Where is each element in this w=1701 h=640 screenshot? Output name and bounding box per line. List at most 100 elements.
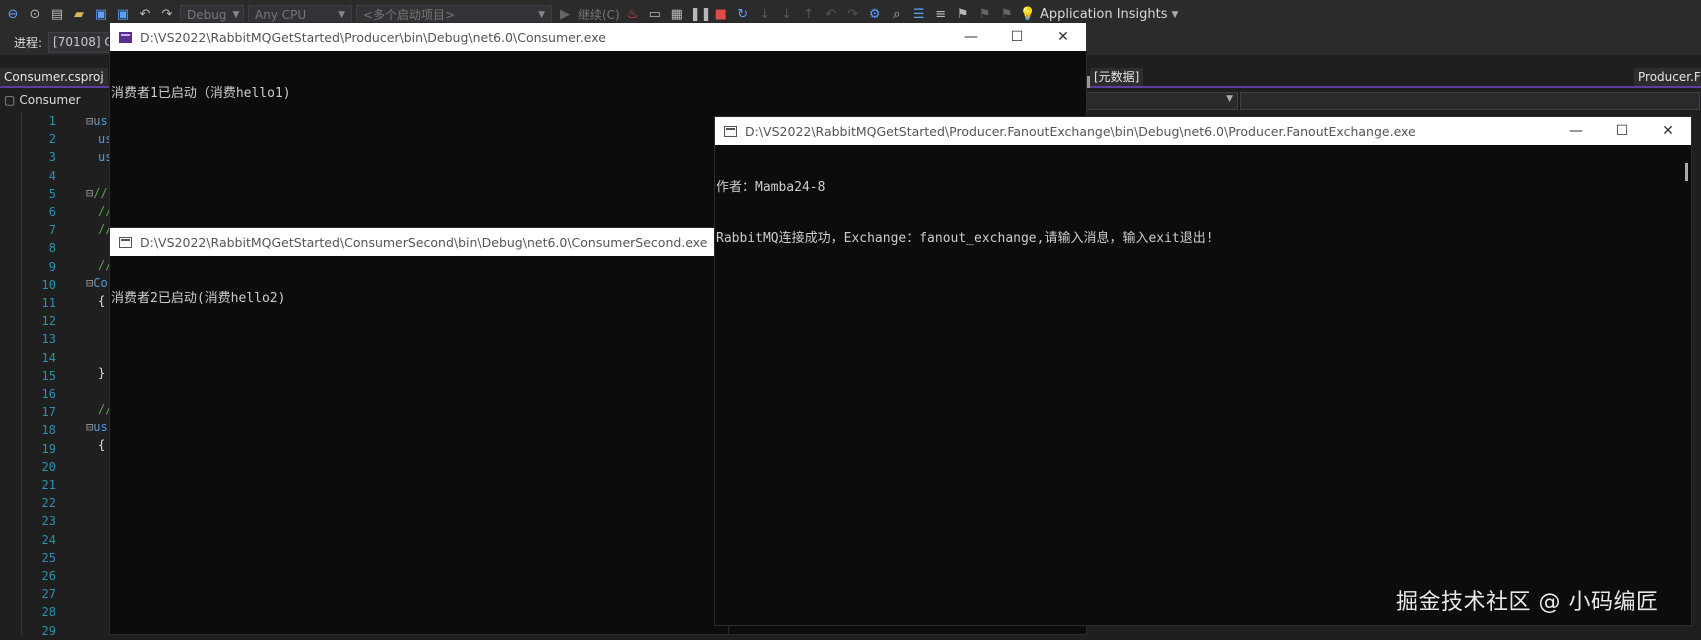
console-app-icon [119, 31, 132, 43]
minimize-button[interactable]: — [948, 23, 994, 51]
minimize-button[interactable]: — [1553, 117, 1599, 145]
line-number: 14 [41, 350, 56, 365]
find-icon[interactable]: ⌕ [888, 7, 906, 22]
console-app-icon [724, 125, 737, 137]
line-number: 24 [41, 532, 56, 547]
step-out-icon[interactable]: ↑ [800, 7, 818, 22]
bookmark-prev-icon[interactable]: ⚑ [976, 7, 994, 22]
undo-nav-icon[interactable]: ↶ [822, 7, 840, 22]
watermark: 掘金技术社区 @ 小码编匠 [1396, 590, 1659, 615]
bookmark-icon[interactable]: ⚑ [954, 7, 972, 22]
close-button[interactable]: ✕ [1645, 117, 1691, 145]
producer-window-title: D:\VS2022\RabbitMQGetStarted\Producer.Fa… [745, 123, 1416, 139]
tab-metadata[interactable]: [元数据] [1090, 68, 1144, 86]
tab-consumer-csproj[interactable]: Consumer.csproj [0, 68, 108, 86]
line-number: 5 [48, 186, 56, 201]
platform-value: Any CPU [255, 7, 307, 22]
line-number: 4 [48, 168, 56, 183]
layout-icon[interactable]: ▦ [668, 7, 686, 22]
line-number: 15 [41, 368, 56, 383]
consumer-second-console-output[interactable]: 消费者2已启动(消费hello2) [110, 256, 728, 634]
maximize-button[interactable]: ☐ [994, 23, 1040, 51]
consumer-title-bar[interactable]: D:\VS2022\RabbitMQGetStarted\Producer\bi… [110, 23, 1086, 51]
list-icon[interactable]: ☰ [910, 7, 928, 22]
console-line: 消费者2已启动(消费hello2) [111, 291, 286, 306]
consumer-second-title-bar[interactable]: D:\VS2022\RabbitMQGetStarted\ConsumerSec… [110, 228, 728, 256]
line-number: 10 [41, 277, 56, 292]
gutter-divider [21, 112, 22, 635]
console-scrollbar[interactable] [1685, 163, 1688, 181]
open-folder-icon[interactable]: ▰ [70, 7, 88, 22]
application-insights-label: Application Insights [1039, 7, 1168, 22]
code-line-11[interactable]: { [98, 292, 105, 310]
code-line-5[interactable]: ⊟// [86, 184, 108, 202]
format-icon[interactable]: ≡ [932, 7, 950, 22]
code-line-1[interactable]: ⊟us [86, 112, 108, 130]
new-item-icon[interactable]: ▤ [48, 7, 66, 22]
undo-icon[interactable]: ↶ [136, 7, 154, 22]
chevron-down-icon: ▼ [1226, 94, 1233, 104]
console-line: RabbitMQ连接成功，Exchange：fanout_exchange,请输… [716, 231, 1214, 246]
line-number: 25 [41, 550, 56, 565]
console-line: 消费者1已启动（消费hello1) [111, 86, 291, 101]
maximize-button[interactable]: ☐ [1599, 117, 1645, 145]
line-number: 17 [41, 405, 56, 420]
save-icon[interactable]: ▣ [92, 7, 110, 22]
code-line-19[interactable]: { [98, 436, 105, 454]
member-dropdown[interactable]: ▼ [1086, 92, 1238, 110]
consumer-second-console-window[interactable]: D:\VS2022\RabbitMQGetStarted\ConsumerSec… [109, 227, 729, 635]
nav-project[interactable]: ▢ Consumer [4, 93, 81, 107]
console-app-icon [119, 236, 132, 248]
producer-console-output[interactable]: 作者：Mamba24-8 RabbitMQ连接成功，Exchange：fanou… [715, 145, 1691, 625]
play-icon[interactable]: ▶ [556, 7, 574, 22]
line-number: 6 [48, 205, 56, 219]
csharp-project-icon: ▢ [4, 93, 16, 107]
line-number: 8 [48, 241, 56, 256]
lightbulb-icon: 💡 [1019, 7, 1036, 22]
bookmark-next-icon[interactable]: ⚑ [998, 7, 1016, 22]
code-line-10[interactable]: ⊟Co [86, 274, 108, 292]
nav-project-label: Consumer [19, 93, 81, 107]
step-over-icon[interactable]: ↓ [756, 7, 774, 22]
producer-title-bar[interactable]: D:\VS2022\RabbitMQGetStarted\Producer.Fa… [715, 117, 1691, 145]
screen-icon[interactable]: ▭ [646, 7, 664, 22]
line-number: 28 [41, 605, 56, 620]
line-number: 11 [41, 296, 56, 310]
line-number: 18 [41, 423, 56, 438]
process-label: 进程: [14, 35, 43, 50]
line-number: 2 [48, 132, 56, 147]
console-line: 作者：Mamba24-8 [716, 180, 826, 195]
hot-reload-icon[interactable]: ♨ [624, 7, 642, 22]
close-button[interactable]: ✕ [1040, 23, 1086, 51]
back-icon[interactable]: ⊖ [4, 7, 22, 22]
line-number: 9 [48, 259, 56, 274]
continue-button[interactable]: 继续(C) [578, 6, 620, 23]
step-into-icon[interactable]: ↓ [778, 7, 796, 22]
code-line-18[interactable]: ⊟us [86, 418, 108, 436]
consumer-second-window-title: D:\VS2022\RabbitMQGetStarted\ConsumerSec… [140, 234, 708, 250]
application-insights-button[interactable]: 💡 Application Insights ▼ [1020, 7, 1179, 22]
line-number: 7 [48, 223, 56, 238]
line-number: 21 [41, 478, 56, 492]
tab-producer[interactable]: Producer.F [1634, 68, 1701, 86]
code-line-15[interactable]: } [98, 364, 105, 382]
startup-value: <多个启动项目> [363, 8, 456, 22]
line-number: 1 [48, 114, 56, 128]
producer-console-window[interactable]: D:\VS2022\RabbitMQGetStarted\Producer.Fa… [714, 116, 1692, 626]
stop-icon[interactable]: ■ [712, 7, 730, 22]
scope-dropdown[interactable] [1240, 92, 1700, 110]
redo-icon[interactable]: ↷ [158, 7, 176, 22]
save-all-icon[interactable]: ▣ [114, 7, 132, 22]
line-number: 16 [41, 387, 56, 401]
consumer-window-title: D:\VS2022\RabbitMQGetStarted\Producer\bi… [140, 29, 606, 45]
line-number: 12 [41, 314, 56, 329]
line-number: 19 [41, 441, 56, 456]
editor-gutter: 1 2 3 4 5 6 7 8 9 10 11 12 13 14 15 16 17 18 19 20 21 22 23 24 2… [0, 112, 96, 638]
process-dropdown[interactable]: [70108] C [48, 31, 118, 53]
restart-icon[interactable]: ↻ [734, 7, 752, 22]
debug-tool-icon[interactable]: ⚙ [866, 7, 884, 22]
forward-icon[interactable]: ⊙ [26, 7, 44, 22]
config-value: Debug [187, 7, 227, 22]
redo-nav-icon[interactable]: ↷ [844, 7, 862, 22]
pause-icon[interactable]: ❚❚ [690, 7, 712, 22]
